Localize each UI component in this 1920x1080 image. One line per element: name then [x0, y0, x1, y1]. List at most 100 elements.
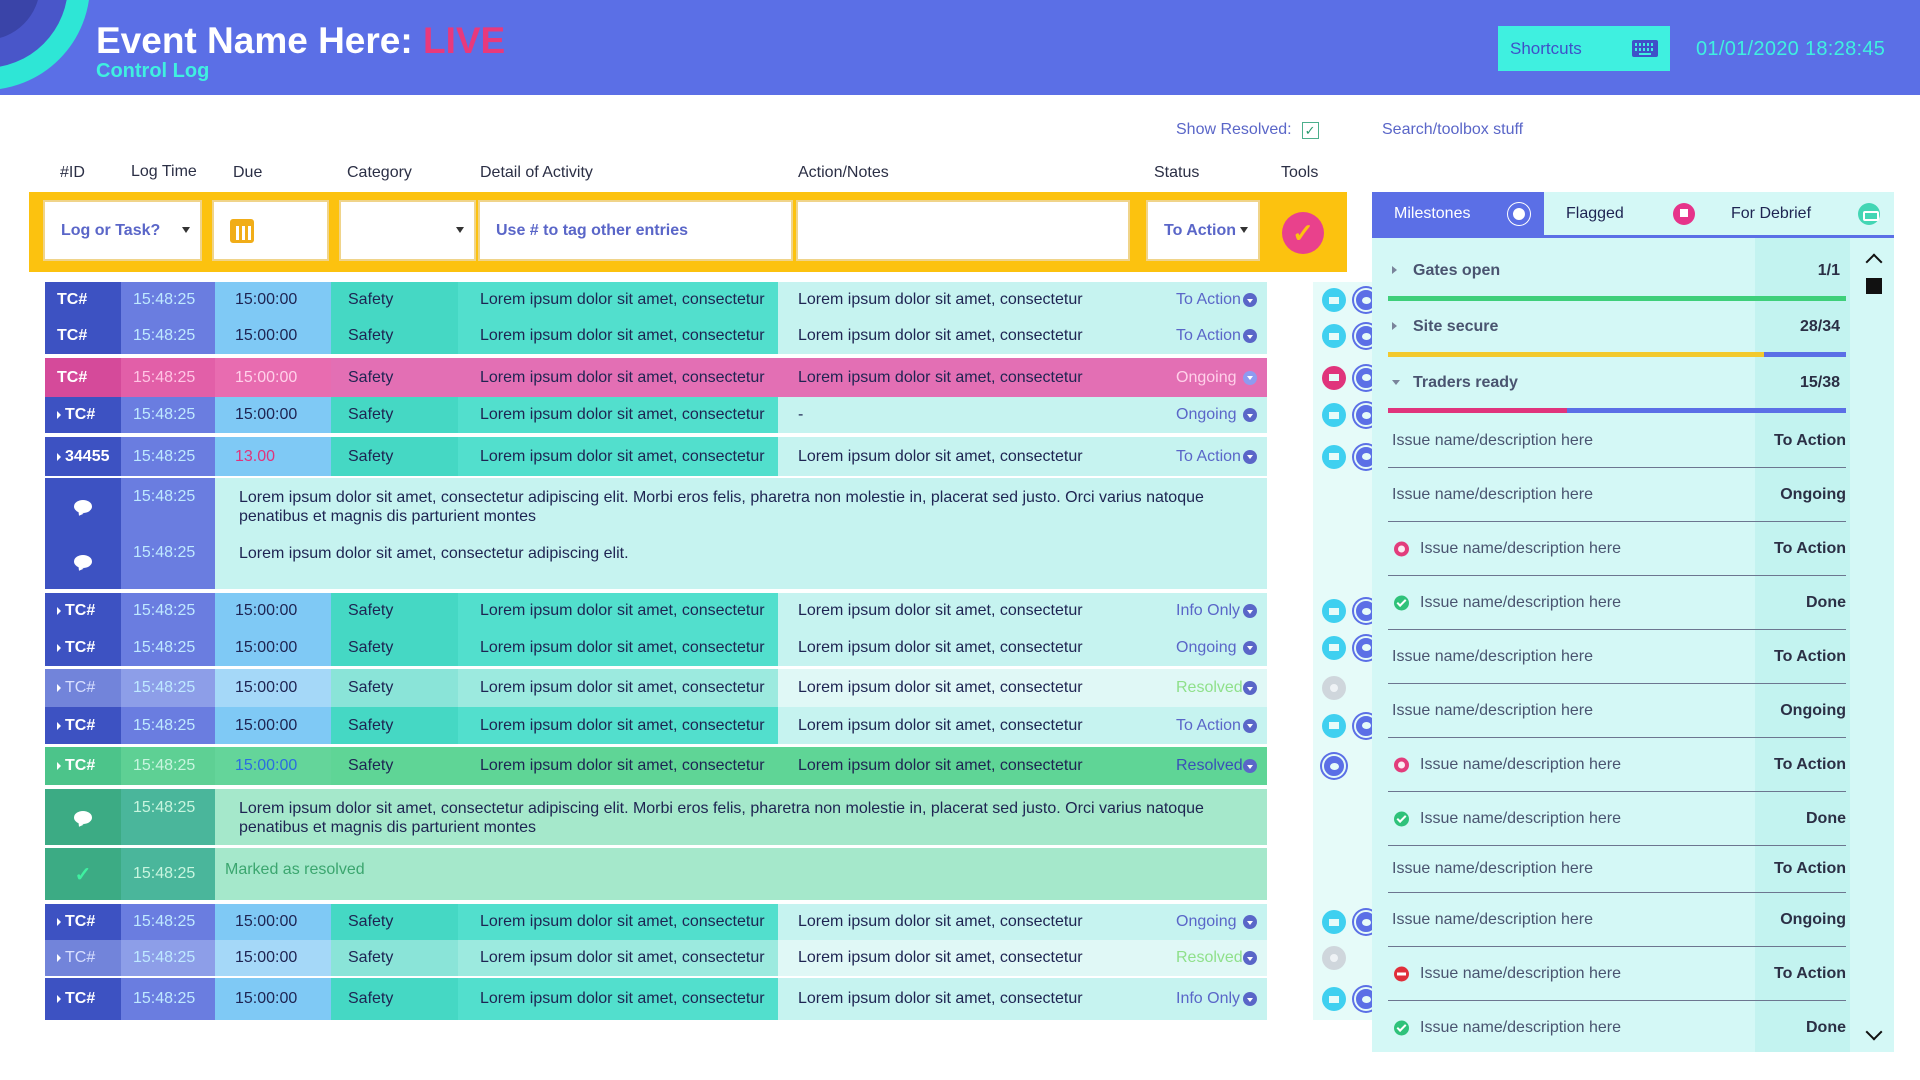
expand-caret-icon[interactable]: [57, 762, 61, 770]
table-row[interactable]: TC# 15:48:25 15:00:00 Safety Lorem ipsum dol…: [45, 358, 1267, 397]
flag-icon[interactable]: [1322, 987, 1346, 1011]
row-id[interactable]: TC#: [45, 358, 121, 397]
table-row[interactable]: TC# 15:48:25 15:00:00 Safety Lorem ipsum dol…: [45, 904, 1267, 940]
expand-caret-icon[interactable]: [57, 643, 61, 652]
row-id[interactable]: TC#: [45, 669, 121, 707]
status-dropdown-icon[interactable]: [1243, 370, 1257, 385]
row-status[interactable]: Resolved: [1176, 747, 1267, 785]
expand-caret-icon[interactable]: [57, 411, 61, 419]
issue-item[interactable]: Issue name/description here To Action: [1388, 630, 1846, 684]
flag-icon[interactable]: [1322, 910, 1346, 934]
scroll-down-icon[interactable]: [1865, 1023, 1883, 1041]
notes-input[interactable]: [796, 200, 1130, 261]
show-resolved-toggle[interactable]: Show Resolved: ✓: [1176, 121, 1319, 139]
expand-caret-icon[interactable]: [57, 954, 61, 962]
table-row[interactable]: TC# 15:48:25 15:00:00 Safety Lorem ipsum dol…: [45, 629, 1267, 666]
status-dropdown-icon[interactable]: [1243, 681, 1257, 695]
disabled-flag-icon[interactable]: [1322, 676, 1346, 700]
status-dropdown-icon[interactable]: [1243, 915, 1257, 929]
row-id[interactable]: TC#: [45, 593, 121, 629]
status-dropdown-icon[interactable]: [1243, 951, 1257, 965]
scroll-up-icon[interactable]: [1865, 253, 1883, 271]
row-id[interactable]: TC#: [45, 397, 121, 433]
expand-caret-icon[interactable]: [57, 452, 61, 461]
table-row[interactable]: TC# 15:48:25 15:00:00 Safety Lorem ipsum dol…: [45, 707, 1267, 744]
table-row[interactable]: TC# 15:48:25 15:00:00 Safety Lorem ipsum dol…: [45, 282, 1267, 318]
row-status[interactable]: Resolved: [1176, 669, 1267, 707]
milestone-row[interactable]: Traders ready 15/38: [1388, 358, 1846, 414]
flag-icon[interactable]: [1322, 635, 1346, 660]
expand-caret-icon[interactable]: [57, 721, 61, 730]
row-status[interactable]: Ongoing: [1176, 629, 1267, 666]
tab-milestones[interactable]: Milestones: [1372, 192, 1544, 236]
entry-type-select[interactable]: Log or Task?: [43, 200, 202, 261]
row-status[interactable]: To Action: [1176, 282, 1267, 318]
shortcuts-button[interactable]: Shortcuts: [1498, 26, 1670, 71]
scrollbar-thumb[interactable]: [1866, 278, 1882, 294]
status-dropdown-icon[interactable]: [1243, 759, 1257, 773]
row-status[interactable]: Resolved: [1176, 940, 1267, 976]
table-row[interactable]: TC# 15:48:25 15:00:00 Safety Lorem ipsum dol…: [45, 318, 1267, 354]
row-id[interactable]: TC#: [45, 978, 121, 1020]
row-id[interactable]: TC#: [45, 629, 121, 666]
issue-item[interactable]: Issue name/description here To Action: [1388, 947, 1846, 1001]
detail-input[interactable]: Use # to tag other entries: [478, 200, 793, 261]
row-status[interactable]: Info Only: [1176, 593, 1267, 629]
table-row[interactable]: TC# 15:48:25 15:00:00 Safety Lorem ipsum dol…: [45, 593, 1267, 629]
status-select[interactable]: To Action: [1146, 200, 1260, 261]
category-select[interactable]: [339, 200, 476, 261]
row-status[interactable]: Ongoing: [1176, 904, 1267, 940]
flag-icon[interactable]: [1322, 713, 1346, 738]
issue-item[interactable]: Issue name/description here Done: [1388, 576, 1846, 630]
issue-item[interactable]: Issue name/description here To Action: [1388, 522, 1846, 576]
show-resolved-checkbox[interactable]: ✓: [1301, 121, 1319, 139]
tab-for-debrief[interactable]: For Debrief: [1709, 192, 1894, 236]
row-status[interactable]: To Action: [1176, 437, 1267, 476]
issue-item[interactable]: Issue name/description here Ongoing: [1388, 893, 1846, 947]
flag-icon[interactable]: [1322, 444, 1346, 469]
status-dropdown-icon[interactable]: [1243, 992, 1257, 1006]
expand-caret-icon[interactable]: [57, 918, 61, 926]
table-row[interactable]: TC# 15:48:25 15:00:00 Safety Lorem ipsum dol…: [45, 978, 1267, 1020]
table-row[interactable]: TC# 15:48:25 15:00:00 Safety Lorem ipsum dol…: [45, 747, 1267, 785]
status-dropdown-icon[interactable]: [1243, 329, 1257, 343]
row-id[interactable]: TC#: [45, 940, 121, 976]
disabled-flag-icon[interactable]: [1322, 946, 1346, 970]
issue-item[interactable]: Issue name/description here To Action: [1388, 846, 1846, 893]
status-dropdown-icon[interactable]: [1243, 718, 1257, 733]
flag-icon[interactable]: [1322, 403, 1346, 427]
row-status[interactable]: Ongoing: [1176, 358, 1267, 397]
row-id[interactable]: TC#: [45, 747, 121, 785]
flag-icon[interactable]: [1322, 365, 1346, 390]
table-row[interactable]: TC# 15:48:25 15:00:00 Safety Lorem ipsum dol…: [45, 669, 1267, 707]
row-id[interactable]: TC#: [45, 318, 121, 354]
issue-item[interactable]: Issue name/description here Done: [1388, 1001, 1846, 1055]
status-dropdown-icon[interactable]: [1243, 604, 1257, 618]
flag-icon[interactable]: [1322, 324, 1346, 348]
flag-icon[interactable]: [1322, 288, 1346, 312]
status-dropdown-icon[interactable]: [1243, 449, 1257, 464]
status-dropdown-icon[interactable]: [1243, 408, 1257, 422]
flag-icon[interactable]: [1322, 599, 1346, 623]
issue-item[interactable]: Issue name/description here Done: [1388, 792, 1846, 846]
tab-flagged[interactable]: Flagged: [1544, 192, 1709, 236]
row-id[interactable]: TC#: [45, 282, 121, 318]
expand-caret-icon[interactable]: [1392, 322, 1397, 330]
comment-icon[interactable]: [1322, 754, 1346, 778]
status-dropdown-icon[interactable]: [1243, 640, 1257, 655]
table-row[interactable]: TC# 15:48:25 15:00:00 Safety Lorem ipsum dol…: [45, 940, 1267, 976]
row-id[interactable]: TC#: [45, 904, 121, 940]
row-status[interactable]: To Action: [1176, 707, 1267, 744]
row-status[interactable]: Ongoing: [1176, 397, 1267, 433]
row-id[interactable]: TC#: [45, 707, 121, 744]
expand-caret-icon[interactable]: [57, 607, 61, 615]
due-date-picker[interactable]: [212, 200, 329, 261]
table-row[interactable]: TC# 15:48:25 15:00:00 Safety Lorem ipsum dol…: [45, 397, 1267, 433]
table-row[interactable]: 34455 15:48:25 13.00 Safety Lorem ipsum dolo…: [45, 437, 1267, 476]
expand-caret-icon[interactable]: [1392, 380, 1400, 385]
submit-entry-button[interactable]: ✓: [1282, 212, 1324, 254]
issue-item[interactable]: Issue name/description here To Action: [1388, 414, 1846, 468]
milestone-row[interactable]: Gates open 1/1: [1388, 246, 1846, 302]
row-status[interactable]: Info Only: [1176, 978, 1267, 1020]
issue-item[interactable]: Issue name/description here Ongoing: [1388, 468, 1846, 522]
